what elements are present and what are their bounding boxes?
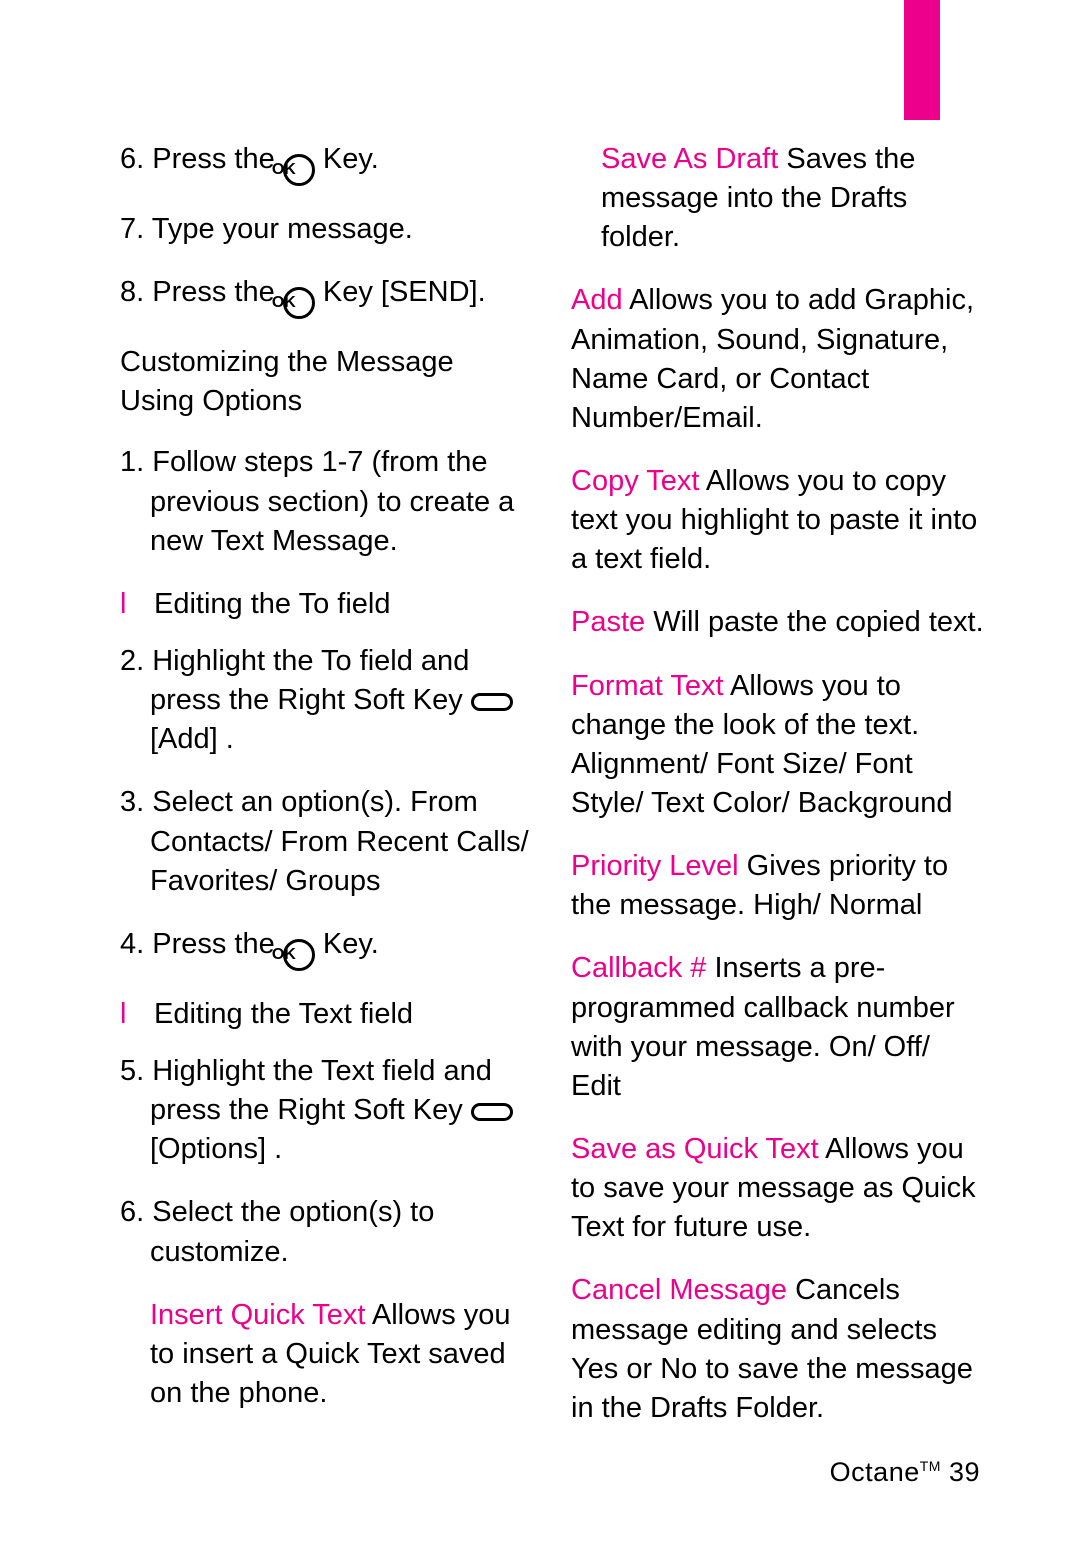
option-key: Add: [571, 284, 629, 316]
option-key: Save As Draft: [601, 143, 786, 175]
text: Key.: [315, 143, 379, 175]
option-save-quick-text: Save as Quick Text Allows you to save yo…: [571, 1130, 986, 1247]
footer-brand: Octane: [830, 1457, 920, 1487]
ok-icon: OK: [283, 287, 315, 319]
custom-step-3: 3. Select an option(s). From Contacts/ F…: [120, 783, 535, 900]
page-body: 6. Press the OK Key. 7. Type your messag…: [120, 140, 986, 1432]
bullet-text: Editing the To field: [154, 585, 390, 624]
ok-icon: OK: [283, 939, 315, 971]
text-bold: [SEND]: [381, 276, 478, 308]
bullet-icon: l: [120, 995, 154, 1034]
ok-icon: OK: [283, 154, 315, 186]
text: .: [478, 276, 486, 308]
option-key: Paste: [571, 606, 653, 638]
option-paste: Paste Will paste the copied text.: [571, 603, 986, 642]
option-save-as-draft: Save As Draft Saves the message into the…: [571, 140, 986, 257]
bullet-icon: l: [120, 585, 154, 624]
option-key: Callback #: [571, 952, 714, 984]
bullet-text: Editing the Text field: [154, 995, 413, 1034]
option-key: Copy Text: [571, 465, 706, 497]
option-key: Priority Level: [571, 850, 747, 882]
text: 8. Press the: [120, 276, 283, 308]
option-add: Add Allows you to add Graphic, Animation…: [571, 281, 986, 438]
footer-page-number: 39: [941, 1457, 980, 1487]
option-key: Insert Quick Text: [150, 1299, 372, 1331]
step-7: 7. Type your message.: [120, 210, 535, 249]
bullet-editing-text: l Editing the Text field: [120, 995, 535, 1034]
option-copy-text: Copy Text Allows you to copy text you hi…: [571, 462, 986, 579]
option-value: Will paste the copied text.: [653, 606, 983, 638]
option-priority-level: Priority Level Gives priority to the mes…: [571, 847, 986, 925]
text: [Add] .: [150, 723, 234, 755]
text: 6. Press the: [120, 143, 283, 175]
custom-step-1: 1. Follow steps 1-7 (from the previous s…: [120, 443, 535, 560]
text: [Options] .: [150, 1133, 282, 1165]
softkey-icon: [471, 1103, 513, 1121]
custom-step-6: 6. Select the option(s) to customize.: [120, 1193, 535, 1271]
text: 5. Highlight the Text field and press th…: [120, 1055, 492, 1126]
option-cancel-message: Cancel Message Cancels message editing a…: [571, 1271, 986, 1428]
softkey-icon: [471, 693, 513, 711]
page-accent-tab: [904, 0, 940, 120]
text: 4. Press the: [120, 928, 283, 960]
step-6: 6. Press the OK Key.: [120, 140, 535, 186]
text: Key.: [315, 928, 379, 960]
bullet-editing-to: l Editing the To field: [120, 585, 535, 624]
option-key: Cancel Message: [571, 1274, 795, 1306]
option-callback-number: Callback # Inserts a pre-programmed call…: [571, 949, 986, 1106]
page-footer: OctaneTM 39: [830, 1454, 980, 1490]
subheading-customizing: Customizing the Message Using Options: [120, 343, 535, 421]
trademark-icon: TM: [920, 1458, 941, 1474]
custom-step-4: 4. Press the OK Key.: [120, 925, 535, 971]
text: 2. Highlight the To field and press the …: [120, 645, 471, 716]
option-key: Save as Quick Text: [571, 1133, 825, 1165]
custom-step-5: 5. Highlight the Text field and press th…: [120, 1052, 535, 1169]
option-insert-quick-text: Insert Quick Text Allows you to insert a…: [120, 1296, 535, 1413]
option-value: Allows you to add Graphic, Animation, So…: [571, 284, 974, 433]
option-format-text: Format Text Allows you to change the loo…: [571, 667, 986, 824]
option-key: Format Text: [571, 670, 730, 702]
step-8: 8. Press the OK Key [SEND].: [120, 273, 535, 319]
text: Key: [315, 276, 381, 308]
custom-step-2: 2. Highlight the To field and press the …: [120, 642, 535, 759]
